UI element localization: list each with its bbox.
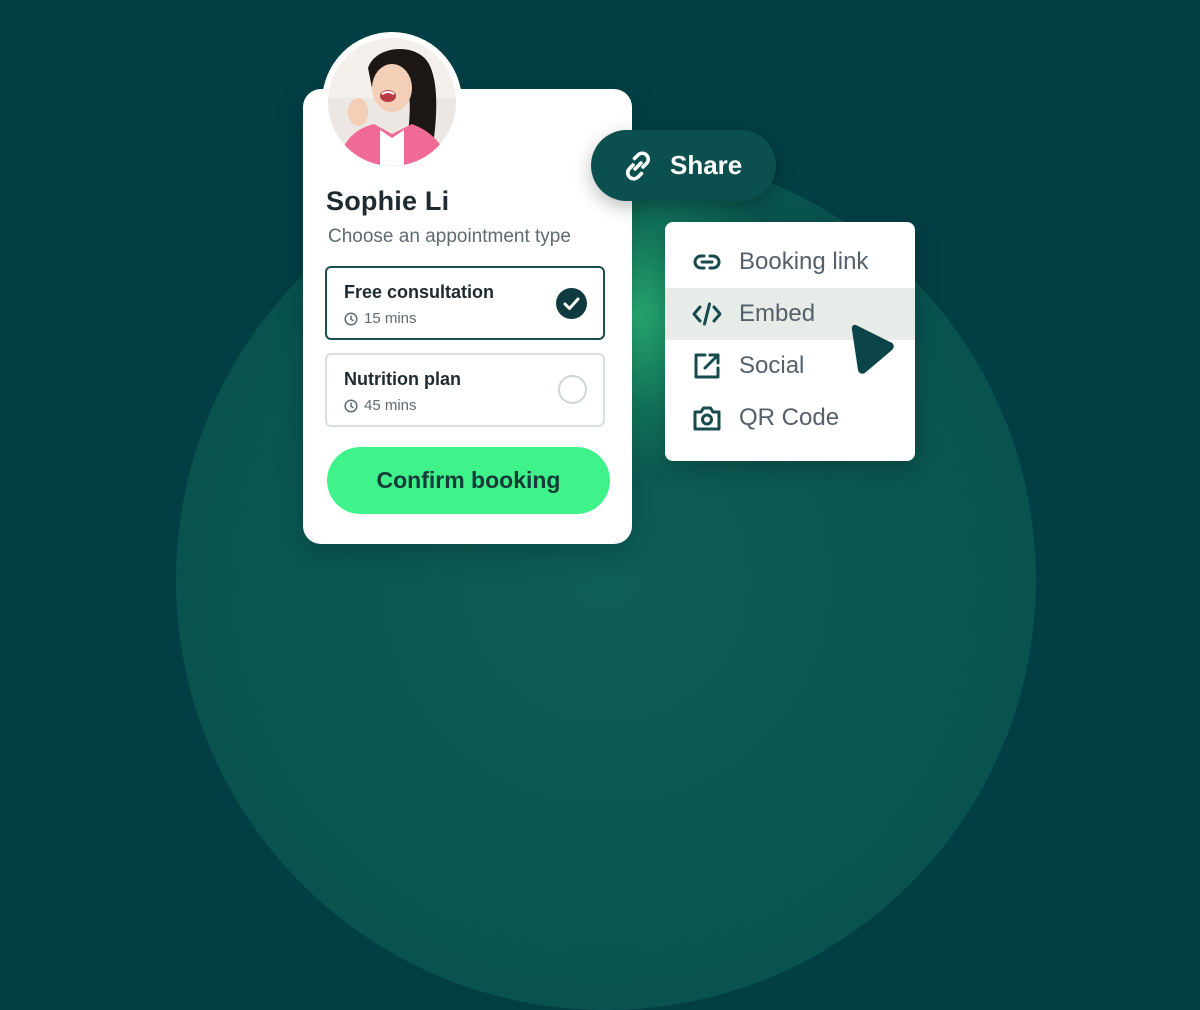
appointment-option-nutrition-plan[interactable]: Nutrition plan 45 mins bbox=[325, 353, 605, 427]
confirm-booking-button[interactable]: Confirm booking bbox=[327, 447, 610, 514]
duration-text: 45 mins bbox=[364, 397, 417, 414]
appointment-title: Nutrition plan bbox=[344, 369, 461, 389]
menu-item-booking-link[interactable]: Booking link bbox=[665, 236, 915, 288]
share-button[interactable]: Share bbox=[591, 130, 776, 201]
appointment-duration: 45 mins bbox=[344, 397, 417, 414]
menu-item-label: Social bbox=[739, 352, 805, 379]
menu-item-label: QR Code bbox=[739, 404, 840, 431]
link-icon bbox=[626, 151, 650, 180]
menu-item-label: Embed bbox=[739, 300, 816, 327]
appointment-duration: 15 mins bbox=[344, 310, 417, 327]
camera-icon bbox=[693, 406, 721, 431]
unselected-radio-icon[interactable] bbox=[558, 375, 587, 404]
appointment-option-free-consultation[interactable]: Free consultation 15 mins bbox=[325, 266, 605, 340]
clock-icon bbox=[344, 311, 358, 326]
clock-icon bbox=[344, 398, 358, 413]
link-icon bbox=[693, 254, 721, 270]
code-icon bbox=[692, 302, 722, 326]
profile-photo bbox=[328, 38, 456, 166]
avatar bbox=[322, 32, 462, 172]
external-link-icon bbox=[694, 353, 720, 379]
selected-check-icon[interactable] bbox=[556, 288, 587, 319]
share-label: Share bbox=[670, 150, 743, 180]
duration-text: 15 mins bbox=[364, 310, 417, 327]
appointment-title: Free consultation bbox=[344, 282, 495, 302]
cursor-pointer-icon bbox=[851, 324, 894, 374]
profile-name: Sophie Li bbox=[326, 186, 450, 216]
menu-item-qr-code[interactable]: QR Code bbox=[665, 392, 915, 444]
menu-item-label: Booking link bbox=[739, 248, 869, 275]
appointment-prompt: Choose an appointment type bbox=[328, 226, 571, 247]
